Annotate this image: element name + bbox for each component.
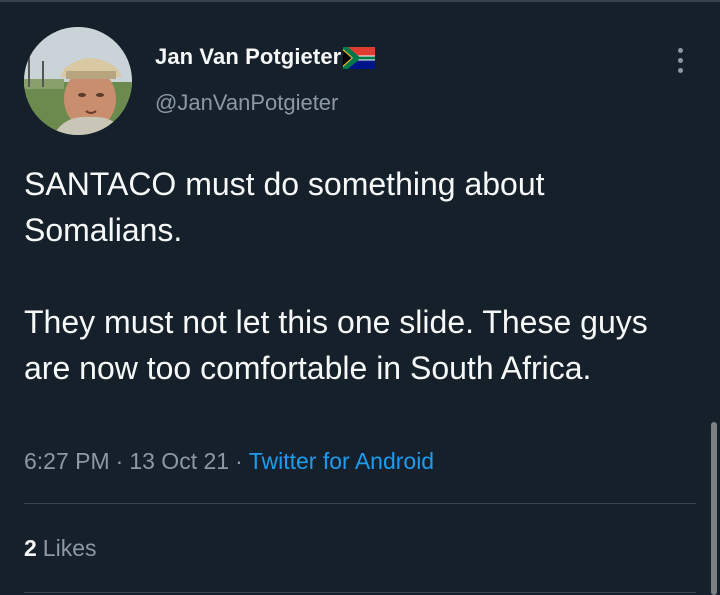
more-options-button[interactable] [668,42,692,78]
scrollbar-thumb[interactable] [711,422,717,595]
more-vertical-icon-dot [677,67,683,73]
avatar[interactable] [24,27,132,135]
tweet-time[interactable]: 6:27 PM [24,448,110,475]
display-name[interactable]: Jan Van Potgieter [155,44,341,70]
tweet-meta: 6:27 PM · 13 Oct 21 · Twitter for Androi… [24,448,434,475]
more-vertical-icon-dot [677,57,683,63]
top-divider [0,0,720,2]
divider [24,592,696,593]
tweet-source-link[interactable]: Twitter for Android [249,448,434,475]
meta-separator: · [115,448,124,474]
likes-stat[interactable]: 2 Likes [24,535,97,562]
likes-count: 2 [24,535,37,561]
divider [24,503,696,504]
meta-separator: · [235,448,243,474]
profile-photo [24,27,132,135]
author-handle[interactable]: @JanVanPotgieter [155,90,338,116]
south-africa-flag-icon [343,47,376,69]
author-name-row: Jan Van Potgieter [155,44,376,70]
more-vertical-icon [677,47,683,53]
tweet-text: SANTACO must do something about Somalian… [24,166,648,386]
tweet-date[interactable]: 13 Oct 21 [129,448,229,475]
likes-label: Likes [42,535,97,561]
